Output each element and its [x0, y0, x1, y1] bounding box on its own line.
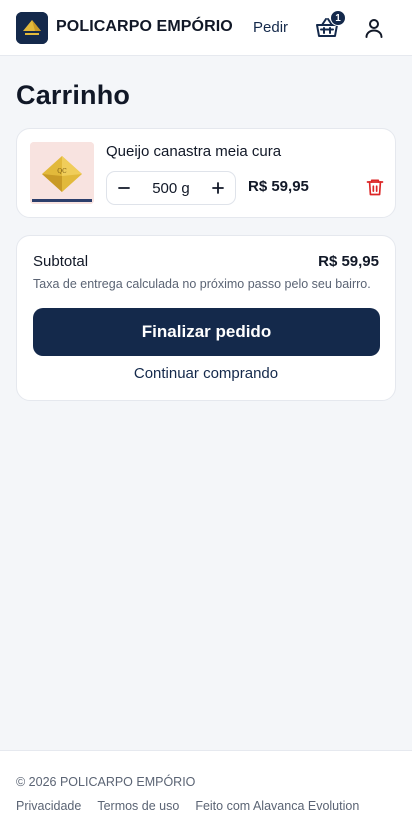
cheese-product-image: QC [30, 142, 94, 204]
cheese-logo-icon [16, 12, 48, 44]
account-button[interactable] [362, 16, 386, 40]
item-price: R$ 59,95 [248, 178, 309, 195]
remove-item-button[interactable] [365, 177, 387, 199]
quantity-value: 500 g [152, 179, 190, 197]
cart-count-badge: 1 [330, 10, 346, 26]
brand-name[interactable]: POLICARPO EMPÓRIO [56, 18, 233, 36]
delivery-fee-note: Taxa de entrega calculada no próximo pas… [33, 277, 371, 291]
minus-icon [118, 187, 130, 189]
decrease-quantity-button[interactable] [107, 172, 141, 204]
footer-links: Privacidade Termos de uso Feito com Alav… [16, 799, 359, 813]
subtotal-value: R$ 59,95 [318, 253, 379, 270]
copyright-text: © 2026 POLICARPO EMPÓRIO [16, 775, 196, 789]
top-header: POLICARPO EMPÓRIO Pedir 1 [0, 0, 412, 56]
cart-item: QC Queijo canastra meia cura 500 g R$ 59… [16, 128, 396, 218]
continue-shopping-link[interactable]: Continuar comprando [17, 365, 395, 382]
page-title: Carrinho [16, 80, 131, 110]
checkout-button[interactable]: Finalizar pedido [33, 308, 380, 356]
made-with-link[interactable]: Feito com Alavanca Evolution [195, 799, 359, 813]
trash-icon [366, 179, 384, 196]
order-nav-link[interactable]: Pedir [253, 19, 288, 36]
product-image[interactable]: QC [30, 142, 94, 204]
terms-link[interactable]: Termos de uso [97, 799, 179, 813]
subtotal-label: Subtotal [33, 253, 89, 270]
increase-quantity-button[interactable] [201, 172, 235, 204]
user-icon [365, 19, 383, 38]
quantity-stepper: 500 g [106, 171, 236, 205]
svg-text:QC: QC [57, 168, 67, 175]
brand-logo[interactable] [16, 12, 48, 44]
page-footer: © 2026 POLICARPO EMPÓRIO Privacidade Ter… [0, 750, 412, 838]
privacy-link[interactable]: Privacidade [16, 799, 81, 813]
plus-icon [212, 182, 224, 194]
item-name[interactable]: Queijo canastra meia cura [106, 143, 281, 160]
order-summary: Subtotal R$ 59,95 Taxa de entrega calcul… [16, 235, 396, 401]
